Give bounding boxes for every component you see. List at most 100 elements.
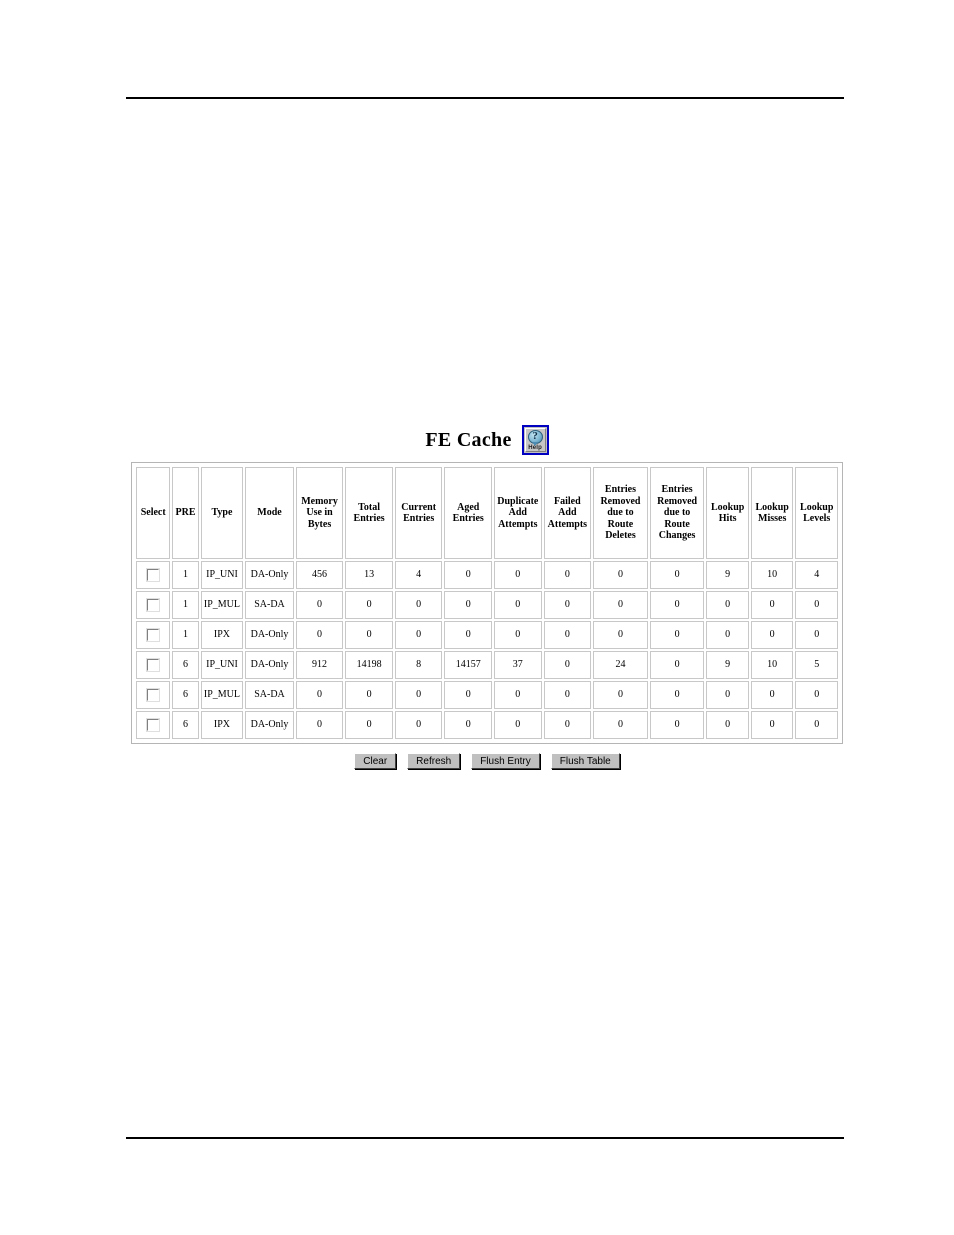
cell-type: IPX — [200, 711, 244, 739]
page-header-rule — [126, 97, 844, 99]
action-button-bar: Clear Refresh Flush Entry Flush Table — [131, 753, 843, 769]
cell-total-entries: 13 — [345, 561, 393, 589]
cell-failed-add-attempts: 0 — [543, 591, 592, 619]
cell-lookup-misses: 10 — [750, 561, 794, 589]
cell-current-entries: 0 — [394, 681, 443, 709]
column-header-pre: PRE — [172, 467, 199, 559]
cell-type: IP_UNI — [200, 651, 244, 679]
cell-total-entries: 0 — [345, 711, 393, 739]
cell-aged-entries: 14157 — [444, 651, 493, 679]
cell-memory-use-in-bytes: 0 — [295, 591, 344, 619]
title-row: FE Cache ? Help — [131, 418, 843, 462]
cell-aged-entries: 0 — [444, 561, 493, 589]
cell-total-entries: 0 — [345, 681, 393, 709]
cell-current-entries: 0 — [394, 591, 443, 619]
cell-current-entries: 0 — [394, 621, 443, 649]
cell-entries-removed-route-deletes: 0 — [593, 681, 648, 709]
help-question-icon: ? — [527, 430, 543, 446]
cell-duplicate-add-attempts: 0 — [494, 711, 542, 739]
column-header-current-entries: Current Entries — [394, 467, 443, 559]
row-select-cell — [136, 621, 171, 649]
row-select-cell — [136, 561, 171, 589]
fe-cache-screenshot: FE Cache ? Help Select PRE Type Mode Mem… — [131, 418, 843, 769]
cell-failed-add-attempts: 0 — [543, 621, 592, 649]
column-header-memory-use-in-bytes: Memory Use in Bytes — [295, 467, 344, 559]
row-select-checkbox[interactable] — [147, 629, 160, 641]
cell-entries-removed-route-deletes: 0 — [593, 591, 648, 619]
row-select-cell — [136, 651, 171, 679]
cell-entries-removed-route-changes: 0 — [649, 651, 705, 679]
row-select-cell — [136, 711, 171, 739]
clear-button[interactable]: Clear — [354, 753, 397, 769]
cell-lookup-hits: 0 — [706, 711, 749, 739]
help-button-face: ? Help — [524, 428, 546, 452]
cell-total-entries: 0 — [345, 621, 393, 649]
cell-lookup-misses: 10 — [750, 651, 794, 679]
cell-entries-removed-route-changes: 0 — [649, 621, 705, 649]
cell-lookup-levels: 0 — [795, 591, 838, 619]
cell-lookup-hits: 9 — [706, 561, 749, 589]
column-header-total-entries: Total Entries — [345, 467, 393, 559]
cell-memory-use-in-bytes: 912 — [295, 651, 344, 679]
row-select-checkbox[interactable] — [147, 569, 160, 581]
refresh-button[interactable]: Refresh — [407, 753, 461, 769]
table-row: 1 IP_UNI DA-Only 456 13 4 0 0 0 0 0 9 10 4 — [136, 561, 838, 589]
column-header-aged-entries: Aged Entries — [444, 467, 493, 559]
row-select-checkbox[interactable] — [147, 719, 160, 731]
cell-memory-use-in-bytes: 0 — [295, 711, 344, 739]
cell-type: IP_UNI — [200, 561, 244, 589]
fe-cache-table: Select PRE Type Mode Memory Use in Bytes… — [134, 465, 840, 741]
cell-total-entries: 14198 — [345, 651, 393, 679]
flush-table-button[interactable]: Flush Table — [550, 753, 620, 769]
cell-entries-removed-route-changes: 0 — [649, 711, 705, 739]
row-select-checkbox[interactable] — [147, 599, 160, 611]
cell-duplicate-add-attempts: 0 — [494, 681, 542, 709]
column-header-lookup-hits: Lookup Hits — [706, 467, 749, 559]
cell-pre: 6 — [172, 711, 199, 739]
cell-lookup-levels: 4 — [795, 561, 838, 589]
column-header-failed-add-attempts: Failed Add Attempts — [543, 467, 592, 559]
cell-lookup-misses: 0 — [750, 621, 794, 649]
table-row: 1 IPX DA-Only 0 0 0 0 0 0 0 0 0 0 0 — [136, 621, 838, 649]
cell-lookup-hits: 0 — [706, 681, 749, 709]
table-body: 1 IP_UNI DA-Only 456 13 4 0 0 0 0 0 9 10 4 1 IP_MUL SA-D… — [136, 561, 838, 739]
cell-failed-add-attempts: 0 — [543, 711, 592, 739]
column-header-duplicate-add-attempts: Duplicate Add Attempts — [494, 467, 542, 559]
cell-type: IP_MUL — [200, 591, 244, 619]
cell-mode: SA-DA — [245, 591, 294, 619]
cell-memory-use-in-bytes: 456 — [295, 561, 344, 589]
row-select-checkbox[interactable] — [147, 659, 160, 671]
cell-memory-use-in-bytes: 0 — [295, 681, 344, 709]
column-header-mode: Mode — [245, 467, 294, 559]
column-header-lookup-levels: Lookup Levels — [795, 467, 838, 559]
page-title: FE Cache — [425, 428, 512, 451]
cell-mode: DA-Only — [245, 561, 294, 589]
column-header-entries-removed-route-deletes: Entries Removed due to Route Deletes — [593, 467, 648, 559]
flush-entry-button[interactable]: Flush Entry — [471, 753, 540, 769]
fe-cache-table-container: Select PRE Type Mode Memory Use in Bytes… — [131, 462, 843, 744]
cell-mode: DA-Only — [245, 711, 294, 739]
cell-aged-entries: 0 — [444, 621, 493, 649]
help-button[interactable]: ? Help — [521, 425, 549, 455]
cell-entries-removed-route-changes: 0 — [649, 561, 705, 589]
cell-pre: 1 — [172, 621, 199, 649]
cell-failed-add-attempts: 0 — [543, 651, 592, 679]
cell-pre: 6 — [172, 651, 199, 679]
cell-aged-entries: 0 — [444, 711, 493, 739]
table-header-row: Select PRE Type Mode Memory Use in Bytes… — [136, 467, 838, 559]
cell-mode: DA-Only — [245, 621, 294, 649]
row-select-checkbox[interactable] — [147, 689, 160, 701]
cell-duplicate-add-attempts: 0 — [494, 621, 542, 649]
cell-mode: DA-Only — [245, 651, 294, 679]
cell-mode: SA-DA — [245, 681, 294, 709]
cell-aged-entries: 0 — [444, 681, 493, 709]
cell-lookup-hits: 0 — [706, 591, 749, 619]
cell-pre: 1 — [172, 561, 199, 589]
cell-lookup-misses: 0 — [750, 681, 794, 709]
cell-lookup-hits: 9 — [706, 651, 749, 679]
cell-lookup-levels: 0 — [795, 621, 838, 649]
cell-failed-add-attempts: 0 — [543, 561, 592, 589]
column-header-type: Type — [200, 467, 244, 559]
cell-duplicate-add-attempts: 0 — [494, 591, 542, 619]
cell-total-entries: 0 — [345, 591, 393, 619]
